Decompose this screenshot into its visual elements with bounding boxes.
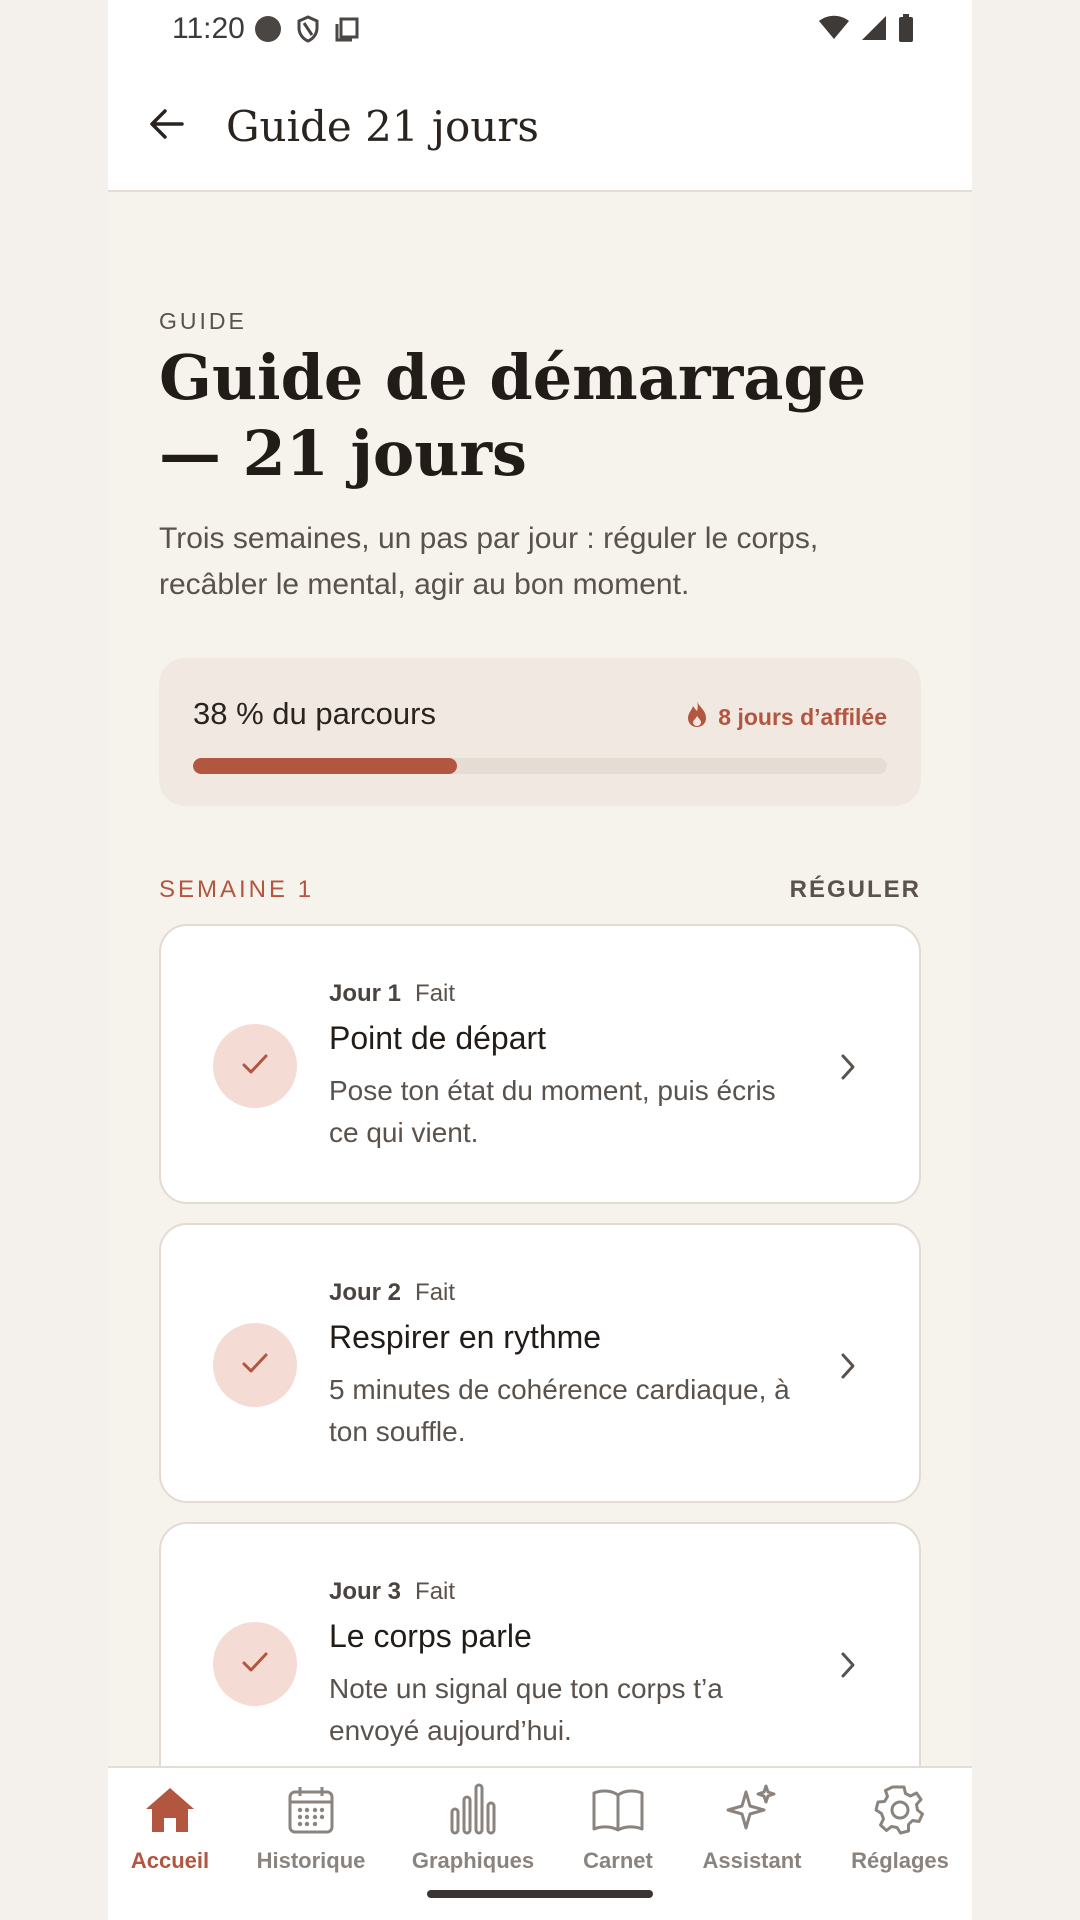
nav-label: Carnet bbox=[583, 1848, 653, 1873]
status-time: 11:20 bbox=[172, 12, 245, 45]
week-theme: RÉGULER bbox=[789, 876, 921, 903]
bar-chart-icon bbox=[445, 1782, 501, 1838]
calendar-icon bbox=[283, 1782, 339, 1838]
day-status: Fait bbox=[415, 980, 456, 1007]
nav-label: Réglages bbox=[851, 1848, 949, 1873]
day-card-2[interactable]: Jour 2 Fait Respirer en rythme 5 minutes … bbox=[159, 1223, 921, 1503]
week-label: SEMAINE 1 bbox=[159, 876, 315, 903]
day-done-badge bbox=[213, 1024, 297, 1108]
week-header: SEMAINE 1 RÉGULER bbox=[159, 876, 921, 916]
progress-label: 38 % du parcours bbox=[193, 696, 436, 731]
check-icon bbox=[239, 1646, 271, 1683]
day-meta: Jour 2 Fait bbox=[329, 1279, 455, 1307]
nav-item-carnet[interactable]: Carnet bbox=[548, 1782, 688, 1874]
day-title: Le corps parle bbox=[329, 1618, 532, 1654]
sparkles-icon bbox=[724, 1782, 780, 1838]
book-icon bbox=[590, 1782, 646, 1838]
day-status: Fait bbox=[415, 1578, 456, 1605]
nav-item-graphiques[interactable]: Graphiques bbox=[403, 1782, 543, 1874]
day-description: Note un signal que ton corps t’a envoyé … bbox=[329, 1673, 723, 1746]
chevron-right-icon bbox=[833, 1052, 863, 1082]
flame-icon bbox=[686, 700, 708, 734]
chevron-right-icon bbox=[833, 1351, 863, 1381]
status-bar: 11:20 bbox=[108, 0, 972, 60]
day-done-badge bbox=[213, 1622, 297, 1706]
check-icon bbox=[239, 1347, 271, 1384]
day-title: Respirer en rythme bbox=[329, 1319, 602, 1355]
check-icon bbox=[239, 1048, 271, 1085]
shield-icon bbox=[295, 14, 321, 49]
nav-label: Graphiques bbox=[411, 1848, 535, 1873]
nav-item-assistant[interactable]: Assistant bbox=[682, 1782, 822, 1874]
page-title: Guide de démarrage — 21 jours bbox=[159, 341, 867, 490]
status-icons-right bbox=[818, 14, 914, 47]
day-number: Jour 1 bbox=[329, 980, 402, 1007]
guide-intro: Trois semaines, un pas par jour : régule… bbox=[159, 522, 819, 601]
streak-badge: 8 jours d’affilée bbox=[686, 700, 887, 734]
battery-icon bbox=[898, 14, 914, 47]
nav-item-reglages[interactable]: Réglages bbox=[830, 1782, 970, 1874]
nav-label: Assistant bbox=[702, 1848, 802, 1873]
nav-item-accueil[interactable]: Accueil bbox=[108, 1782, 240, 1874]
streak-label: 8 jours d’affilée bbox=[718, 703, 887, 730]
day-card-3[interactable]: Jour 3 Fait Le corps parle Note un signal… bbox=[159, 1522, 921, 1802]
progress-card: 38 % du parcours 8 jours d’affilée bbox=[159, 658, 921, 806]
day-status: Fait bbox=[415, 1279, 456, 1306]
progress-bar bbox=[193, 758, 887, 774]
app-bar: Guide 21 jours bbox=[108, 60, 972, 192]
day-description: Pose ton état du moment, puis écris ce q… bbox=[329, 1075, 776, 1148]
nav-item-historique[interactable]: Historique bbox=[241, 1782, 381, 1874]
day-description: 5 minutes de cohérence cardiaque, à ton … bbox=[329, 1374, 790, 1447]
copy-icon bbox=[333, 15, 361, 48]
wifi-icon bbox=[818, 15, 850, 46]
day-meta: Jour 3 Fait bbox=[329, 1578, 455, 1606]
home-icon bbox=[142, 1782, 198, 1838]
progress-fill bbox=[193, 758, 457, 774]
screen: 11:20 Guide 21 jours GUIDE Guide de déma… bbox=[108, 0, 972, 1920]
record-dot-icon bbox=[253, 14, 283, 49]
gear-icon bbox=[872, 1782, 928, 1838]
app-bar-title: Guide 21 jours bbox=[226, 102, 539, 151]
day-meta: Jour 1 Fait bbox=[329, 980, 455, 1008]
back-button[interactable] bbox=[136, 96, 196, 156]
arrow-back-icon bbox=[146, 104, 186, 149]
section-eyebrow: GUIDE bbox=[159, 308, 247, 334]
nav-label: Accueil bbox=[130, 1848, 210, 1873]
home-indicator[interactable] bbox=[427, 1890, 653, 1898]
day-number: Jour 3 bbox=[329, 1578, 402, 1605]
nav-label: Historique bbox=[256, 1848, 366, 1873]
day-title: Point de départ bbox=[329, 1020, 547, 1056]
chevron-right-icon bbox=[833, 1650, 863, 1680]
day-done-badge bbox=[213, 1323, 297, 1407]
day-number: Jour 2 bbox=[329, 1279, 402, 1306]
day-card-1[interactable]: Jour 1 Fait Point de départ Pose ton état… bbox=[159, 924, 921, 1204]
signal-icon bbox=[860, 15, 888, 46]
status-icons-left bbox=[253, 14, 361, 49]
